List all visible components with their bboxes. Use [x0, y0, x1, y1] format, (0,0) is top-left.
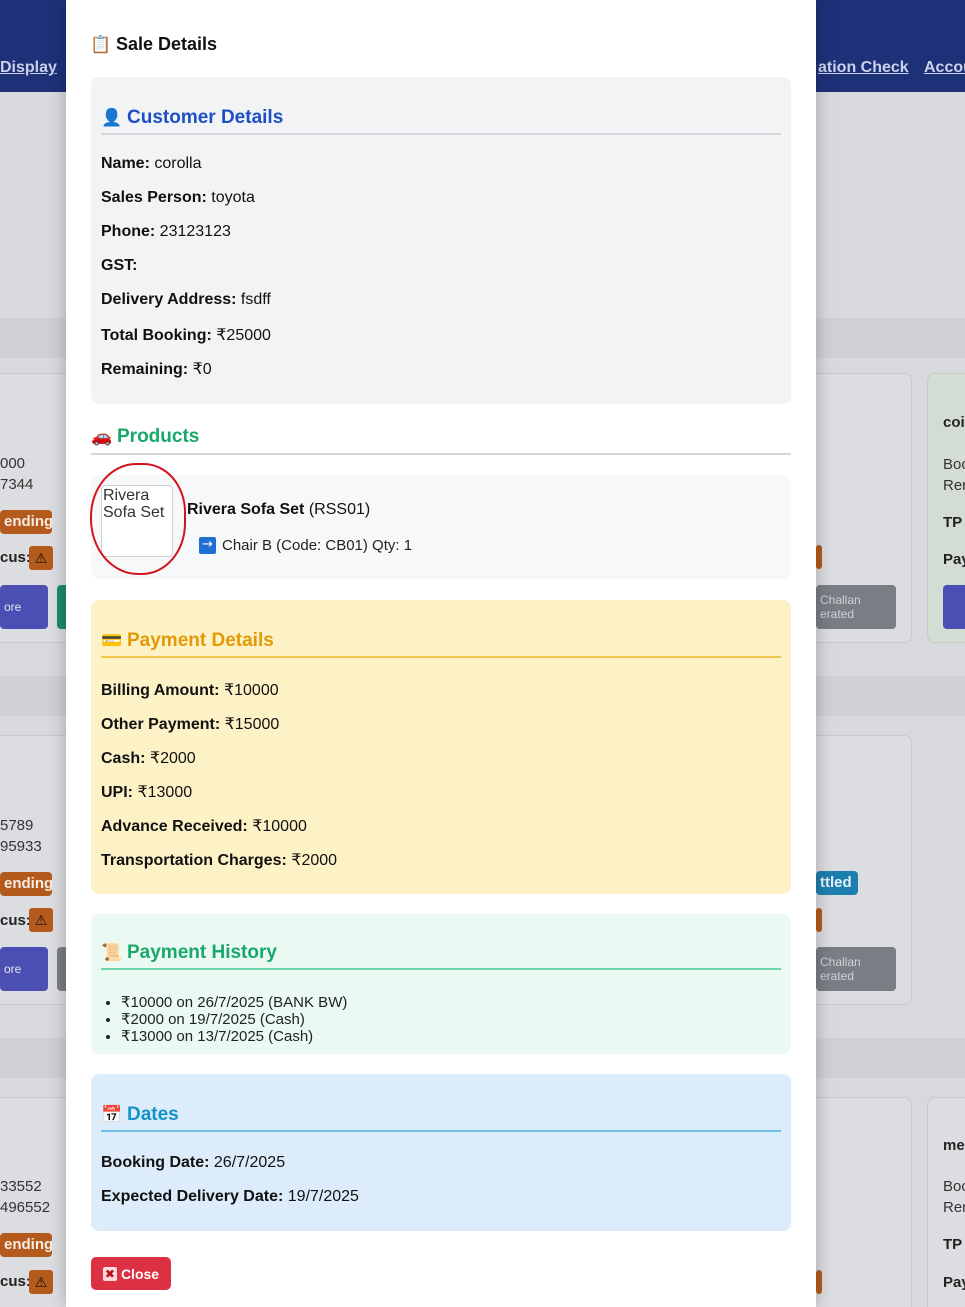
bg-badge-edge — [816, 908, 822, 932]
bg-challan-button[interactable]: Challan erated — [816, 585, 896, 629]
dates-heading: 📅 Dates — [101, 1104, 781, 1132]
bg-challan-button[interactable]: Challan erated — [816, 947, 896, 991]
close-icon: ✖ — [102, 1266, 117, 1281]
customer-name-field: Name: corolla — [101, 155, 202, 172]
calendar-icon: 📅 — [101, 1105, 123, 1125]
person-icon: 👤 — [101, 108, 123, 128]
customer-details-section: 👤 Customer Details Name: corolla Sales P… — [91, 77, 791, 404]
products-heading: 🚗 Products — [91, 426, 791, 455]
bg-status-label: cus: — [0, 1273, 31, 1290]
arrow-right-icon: → — [199, 537, 216, 554]
product-item: Rivera Sofa Set Rivera Sofa Set (RSS01) … — [91, 475, 791, 579]
sales-person-field: Sales Person: toyota — [101, 189, 255, 206]
bg-card-value: 496552 — [0, 1199, 51, 1216]
warning-icon: ⚠ — [29, 546, 53, 570]
bg-pending-badge: ending — [0, 1233, 52, 1257]
warning-icon: ⚠ — [29, 1270, 53, 1294]
credit-card-icon: 💳 — [101, 631, 123, 651]
payment-history-list: ₹10000 on 26/7/2025 (BANK BW) ₹2000 on 1… — [121, 994, 347, 1045]
bg-card-label: Pay — [943, 551, 965, 568]
customer-details-heading: 👤 Customer Details — [101, 107, 781, 135]
upi-field: UPI: ₹13000 — [101, 784, 193, 801]
scroll-icon: 📜 — [101, 943, 123, 963]
car-icon: 🚗 — [91, 427, 113, 447]
expected-delivery-date-field: Expected Delivery Date: 19/7/2025 — [101, 1188, 359, 1205]
billing-amount-field: Billing Amount: ₹10000 — [101, 682, 279, 699]
bg-settled-badge: ttled — [816, 871, 858, 895]
payment-history-entry: ₹13000 on 13/7/2025 (Cash) — [121, 1028, 347, 1045]
bg-more-button[interactable]: ore — [0, 585, 48, 629]
bg-status-label: cus: — [0, 912, 31, 929]
bg-card-label: TP — [943, 1236, 963, 1253]
dates-section: 📅 Dates Booking Date: 26/7/2025 Expected… — [91, 1074, 791, 1231]
transportation-charges-field: Transportation Charges: ₹2000 — [101, 852, 338, 869]
modal-title-text: Sale Details — [116, 34, 218, 54]
product-name: Rivera Sofa Set (RSS01) — [187, 501, 371, 518]
bg-card-label: TP — [943, 514, 963, 531]
product-sub-item: → Chair B (Code: CB01) Qty: 1 — [199, 537, 412, 554]
payment-details-heading: 💳 Payment Details — [101, 630, 781, 658]
bg-more-button[interactable]: ore — [0, 947, 48, 991]
nav-link-display[interactable]: Display — [0, 59, 57, 77]
total-booking-field: Total Booking: ₹25000 — [101, 327, 271, 344]
advance-received-field: Advance Received: ₹10000 — [101, 818, 307, 835]
bg-card-label: Pay — [943, 1274, 965, 1291]
annotation-circle — [90, 463, 186, 575]
bg-card-value: 7344 — [0, 476, 34, 493]
bg-card-name: me — [943, 1137, 965, 1154]
warning-icon: ⚠ — [29, 908, 53, 932]
bg-more-button[interactable] — [943, 585, 965, 629]
bg-badge-edge — [816, 1270, 822, 1294]
booking-date-field: Booking Date: 26/7/2025 — [101, 1154, 286, 1171]
clipboard-icon: 📋 — [90, 34, 112, 55]
bg-card-label: Boo — [943, 1178, 965, 1195]
bg-card-label: Rer — [943, 1199, 965, 1216]
bg-card-label: Rer — [943, 477, 965, 494]
bg-card-value: 95933 — [0, 838, 42, 855]
close-button[interactable]: ✖ Close — [91, 1257, 171, 1290]
nav-link-accounts[interactable]: Accou — [924, 59, 965, 77]
sale-details-modal: 📋 Sale Details 👤 Customer Details Name: … — [66, 0, 816, 1307]
bg-card-name: coi — [943, 414, 965, 431]
cash-field: Cash: ₹2000 — [101, 750, 196, 767]
payment-history-section: 📜 Payment History ₹10000 on 26/7/2025 (B… — [91, 914, 791, 1054]
bg-card-value: 5789 — [0, 817, 34, 834]
bg-card-value: 33552 — [0, 1178, 42, 1195]
bg-card-value: 000 — [0, 455, 26, 472]
delivery-address-field: Delivery Address: fsdff — [101, 291, 271, 308]
bg-status-label: cus: — [0, 549, 31, 566]
bg-pending-badge: ending — [0, 872, 52, 896]
payment-details-section: 💳 Payment Details Billing Amount: ₹10000… — [91, 600, 791, 894]
bg-badge-edge — [816, 545, 822, 569]
payment-history-entry: ₹2000 on 19/7/2025 (Cash) — [121, 1011, 347, 1028]
phone-field: Phone: 23123123 — [101, 223, 231, 240]
modal-title: 📋 Sale Details — [90, 34, 217, 55]
other-payment-field: Other Payment: ₹15000 — [101, 716, 280, 733]
gst-field: GST: — [101, 257, 138, 274]
nav-link-location-check[interactable]: ation Check — [818, 59, 909, 77]
remaining-field: Remaining: ₹0 — [101, 361, 212, 378]
payment-history-heading: 📜 Payment History — [101, 942, 781, 970]
payment-history-entry: ₹10000 on 26/7/2025 (BANK BW) — [121, 994, 347, 1011]
bg-pending-badge: ending — [0, 510, 52, 534]
bg-card-label: Boo — [943, 456, 965, 473]
